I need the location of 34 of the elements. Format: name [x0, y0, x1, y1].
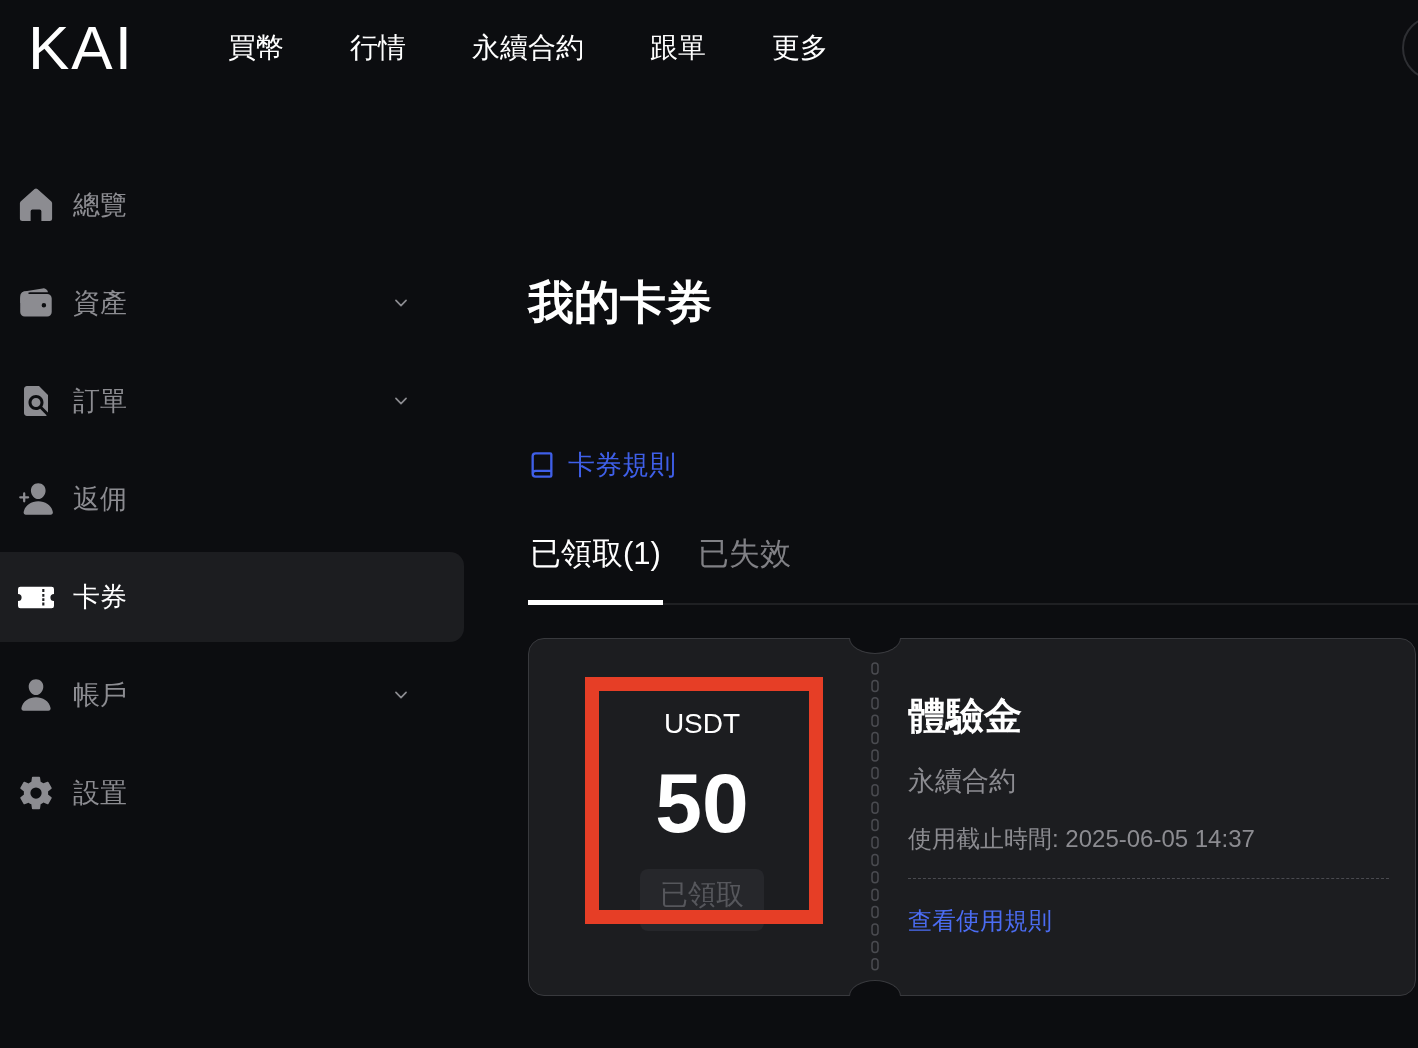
coupon-amount: 50 [655, 761, 749, 845]
sidebar-label: 返佣 [73, 483, 127, 516]
coupon-name: 體驗金 [908, 694, 1022, 739]
sidebar-label: 帳戶 [73, 679, 127, 712]
person-icon [18, 677, 54, 713]
settings-icon [18, 775, 54, 811]
nav-link[interactable]: 跟單 [649, 30, 706, 66]
sidebar-item[interactable]: 訂單 [0, 356, 464, 446]
nav-link[interactable]: 永續合約 [471, 30, 584, 66]
sidebar-label: 總覽 [73, 189, 127, 222]
coupon-category: 永續合約 [908, 765, 1016, 798]
nav-link[interactable]: 行情 [349, 30, 406, 66]
sidebar-item[interactable]: 資產 [0, 258, 464, 348]
expiry-text: 使用截止時間: 2025-06-05 14:37 [908, 824, 1255, 854]
usage-rules-link[interactable]: 查看使用規則 [908, 906, 1052, 936]
sidebar-label: 設置 [73, 777, 127, 810]
sidebar-label: 資產 [73, 287, 127, 320]
tab[interactable]: 已領取(1) [528, 534, 663, 605]
sidebar-item[interactable]: 卡券 [0, 552, 464, 642]
sidebar-item[interactable]: 設置 [0, 748, 464, 838]
person-plus-icon [18, 481, 54, 517]
page-title: 我的卡券 [528, 275, 712, 330]
coupon-rules-link[interactable]: 卡券規則 [528, 448, 676, 482]
sidebar-item[interactable]: 返佣 [0, 454, 464, 544]
sidebar-item[interactable]: 帳戶 [0, 650, 464, 740]
sidebar-label: 卡券 [73, 581, 127, 614]
sidebar-item[interactable]: 總覽 [0, 160, 464, 250]
nav-link[interactable]: 買幣 [227, 30, 284, 66]
home-icon [19, 188, 53, 222]
tab[interactable]: 已失效 [695, 534, 793, 605]
logo[interactable]: KAI [28, 17, 134, 79]
coupon-currency: USDT [663, 707, 741, 741]
nav-link[interactable]: 更多 [771, 30, 828, 66]
sidebar-label: 訂單 [73, 385, 127, 418]
